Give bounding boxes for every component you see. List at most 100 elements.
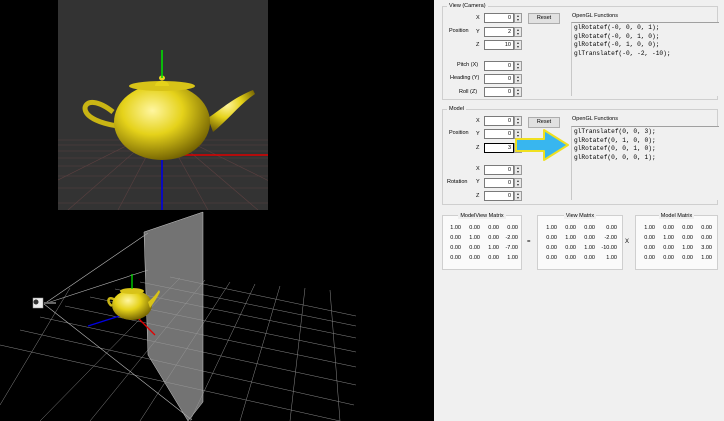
- control-panel: View (Camera) X Position Y Z 0 ▲ ▼ 2 ▲ ▼ 1…: [434, 0, 724, 421]
- matrix-cell: 0.00: [450, 235, 461, 241]
- matrix-cell: 0.00: [682, 235, 693, 241]
- matrix-cell: 0.00: [701, 235, 712, 241]
- model-reset-button[interactable]: Reset: [528, 117, 560, 128]
- matrix-cell: 1.00: [682, 245, 693, 251]
- camera-pitch-value[interactable]: 0: [484, 61, 514, 71]
- camera-reset-button[interactable]: Reset: [528, 13, 560, 24]
- camera-x-value[interactable]: 0: [484, 13, 514, 23]
- model-rx-spinner[interactable]: 0 ▲ ▼: [484, 165, 522, 175]
- model-x-label: X: [476, 118, 480, 124]
- camera-roll-label: Roll (Z): [459, 89, 478, 95]
- model-functions-text[interactable]: glTranslatef(0, 0, 3); glRotatef(0, 1, 0…: [571, 126, 719, 200]
- model-x-spinner[interactable]: 0 ▲ ▼: [484, 116, 522, 126]
- function-line: glRotatef(-0, 1, 0, 0);: [574, 41, 660, 48]
- camera-roll-spinner[interactable]: 0 ▲ ▼: [484, 87, 522, 97]
- model-rz-value[interactable]: 0: [484, 191, 514, 201]
- model-y-label: Y: [476, 131, 480, 137]
- matrix-cell: 0.00: [546, 235, 557, 241]
- model-rz-spinner[interactable]: 0 ▲ ▼: [484, 191, 522, 201]
- down-arrow-icon[interactable]: ▼: [515, 66, 521, 70]
- model-rz-label: Z: [476, 193, 480, 199]
- matrix-cell: 3.00: [701, 245, 712, 251]
- camera-z-spinner[interactable]: 10 ▲ ▼: [484, 40, 522, 50]
- camera-view-viewport[interactable]: [58, 0, 268, 210]
- camera-functions-text[interactable]: glRotatef(-0, 0, 0, 1); glRotatef(-0, 0,…: [571, 22, 719, 96]
- matrix-cell: 0.00: [644, 235, 655, 241]
- matrix-cell: 0.00: [488, 235, 499, 241]
- matrix-cell: 1.00: [584, 245, 595, 251]
- camera-x-label: X: [476, 15, 480, 21]
- matrix-cell: 0.00: [546, 255, 557, 261]
- model-x-value[interactable]: 0: [484, 116, 514, 126]
- matrix-cell: 0.00: [701, 225, 712, 231]
- modelview-matrix-title: ModelView Matrix: [458, 213, 506, 219]
- camera-view-scene: [58, 50, 268, 210]
- camera-heading-label: Heading (Y): [450, 75, 480, 81]
- matrix-cell: 1.00: [606, 255, 617, 261]
- matrix-cell: 0.00: [565, 225, 576, 231]
- camera-z-value[interactable]: 10: [484, 40, 514, 50]
- camera-y-value[interactable]: 2: [484, 27, 514, 37]
- matrix-cell: 1.00: [644, 225, 655, 231]
- model-rx-label: X: [476, 166, 480, 172]
- matrix-cell: 0.00: [469, 255, 480, 261]
- matrix-cell: 0.00: [469, 245, 480, 251]
- model-rx-value[interactable]: 0: [484, 165, 514, 175]
- matrix-cell: 0.00: [644, 245, 655, 251]
- matrix-cell: 0.00: [644, 255, 655, 261]
- scene-overview: [0, 211, 357, 421]
- model-y-value[interactable]: 0: [484, 129, 514, 139]
- matrix-cell: 0.00: [663, 245, 674, 251]
- camera-functions-title: OpenGL Functions: [572, 13, 618, 19]
- function-line: glRotatef(0, 0, 0, 1);: [574, 153, 656, 161]
- model-position-label: Position: [449, 130, 469, 136]
- scene-overview-viewport[interactable]: [0, 210, 434, 421]
- down-arrow-icon[interactable]: ▼: [515, 170, 521, 174]
- down-arrow-icon[interactable]: ▼: [515, 18, 521, 22]
- down-arrow-icon[interactable]: ▼: [515, 79, 521, 83]
- matrix-cell: 0.00: [450, 245, 461, 251]
- matrix-cell: 1.00: [450, 225, 461, 231]
- matrix-cell: 1.00: [488, 245, 499, 251]
- model-ry-label: Y: [476, 179, 480, 185]
- model-matrix-title: Model Matrix: [658, 213, 695, 219]
- model-title: Model: [447, 106, 466, 113]
- camera-heading-spinner[interactable]: 0 ▲ ▼: [484, 74, 522, 84]
- matrix-cell: 0.00: [663, 225, 674, 231]
- down-arrow-icon[interactable]: ▼: [515, 92, 521, 96]
- model-ry-spinner[interactable]: 0 ▲ ▼: [484, 178, 522, 188]
- matrix-cell: 0.00: [584, 235, 595, 241]
- model-ry-value[interactable]: 0: [484, 178, 514, 188]
- matrix-cell: 1.00: [469, 235, 480, 241]
- down-arrow-icon[interactable]: ▼: [515, 45, 521, 49]
- camera-y-spinner[interactable]: 2 ▲ ▼: [484, 27, 522, 37]
- matrix-cell: -7.00: [505, 245, 518, 251]
- function-line: glTranslatef(0, 0, 3);: [574, 128, 656, 135]
- model-matrix-panel: Model Matrix 1.00 0.00 0.00 0.00 0.00 1.00 0.0…: [635, 213, 718, 270]
- function-line: glRotatef(-0, 0, 1, 0);: [574, 32, 660, 40]
- function-line: glRotatef(0, 0, 1, 0);: [574, 145, 656, 152]
- times-sign: X: [625, 239, 630, 245]
- function-line: glRotatef(-0, 0, 0, 1);: [574, 24, 660, 31]
- camera-pitch-spinner[interactable]: 0 ▲ ▼: [484, 61, 522, 71]
- camera-x-spinner[interactable]: 0 ▲ ▼: [484, 13, 522, 23]
- down-arrow-icon[interactable]: ▼: [515, 196, 521, 200]
- camera-roll-value[interactable]: 0: [484, 87, 514, 97]
- camera-pitch-label: Pitch (X): [457, 62, 479, 68]
- matrix-cell: 1.00: [701, 255, 712, 261]
- down-arrow-icon[interactable]: ▼: [515, 32, 521, 36]
- view-matrix-title: View Matrix: [563, 213, 597, 219]
- camera-icon: [32, 297, 56, 309]
- model-functions-title: OpenGL Functions: [572, 116, 618, 122]
- matrix-cell: 0.00: [682, 255, 693, 261]
- matrix-cell: -10.00: [601, 245, 617, 251]
- modelview-matrix-panel: ModelView Matrix 1.00 0.00 0.00 0.00 0.00 1.0…: [442, 213, 522, 270]
- model-z-value[interactable]: 3: [484, 143, 514, 153]
- function-line: glRotatef(0, 1, 0, 0);: [574, 136, 656, 144]
- render-pane: [0, 0, 434, 421]
- down-arrow-icon[interactable]: ▼: [515, 121, 521, 125]
- camera-heading-value[interactable]: 0: [484, 74, 514, 84]
- teapot-model: [82, 75, 255, 160]
- model-rotation-label: Rotation: [447, 179, 468, 185]
- down-arrow-icon[interactable]: ▼: [515, 183, 521, 187]
